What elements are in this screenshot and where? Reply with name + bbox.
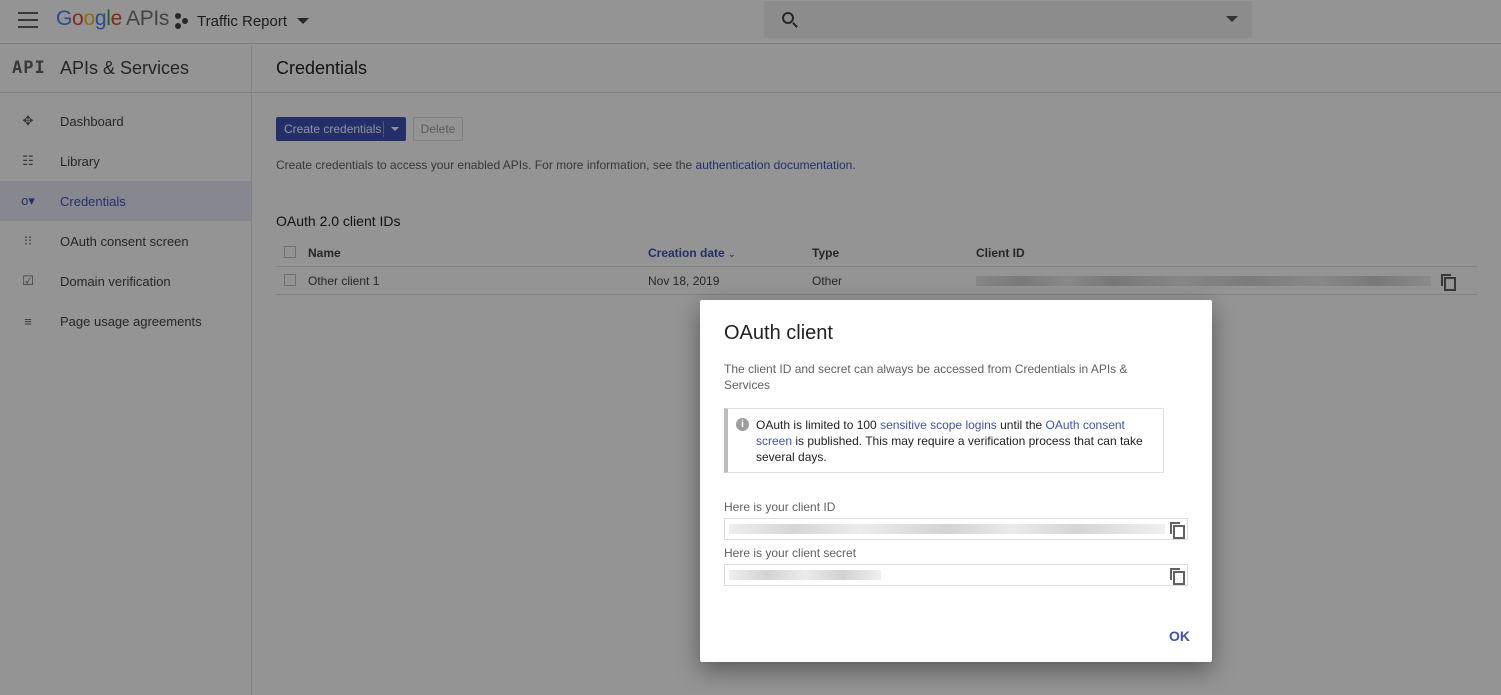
client-secret-field[interactable]: [724, 564, 1188, 586]
client-id-redacted: [729, 524, 1165, 534]
copy-client-id-icon[interactable]: [1170, 522, 1185, 539]
client-id-label: Here is your client ID: [724, 500, 836, 514]
client-secret-redacted: [729, 570, 881, 580]
copy-client-secret-icon[interactable]: [1170, 568, 1185, 585]
sensitive-scope-logins-link[interactable]: sensitive scope logins: [880, 418, 997, 432]
ok-button[interactable]: OK: [1169, 628, 1190, 644]
oauth-client-dialog: OAuth client The client ID and secret ca…: [700, 300, 1212, 662]
client-secret-label: Here is your client secret: [724, 546, 857, 560]
client-id-field[interactable]: [724, 518, 1188, 540]
dialog-description: The client ID and secret can always be a…: [724, 362, 1128, 392]
oauth-limit-notice: i OAuth is limited to 100 sensitive scop…: [724, 408, 1164, 473]
dialog-title: OAuth client: [724, 322, 833, 344]
info-icon: i: [736, 418, 749, 431]
